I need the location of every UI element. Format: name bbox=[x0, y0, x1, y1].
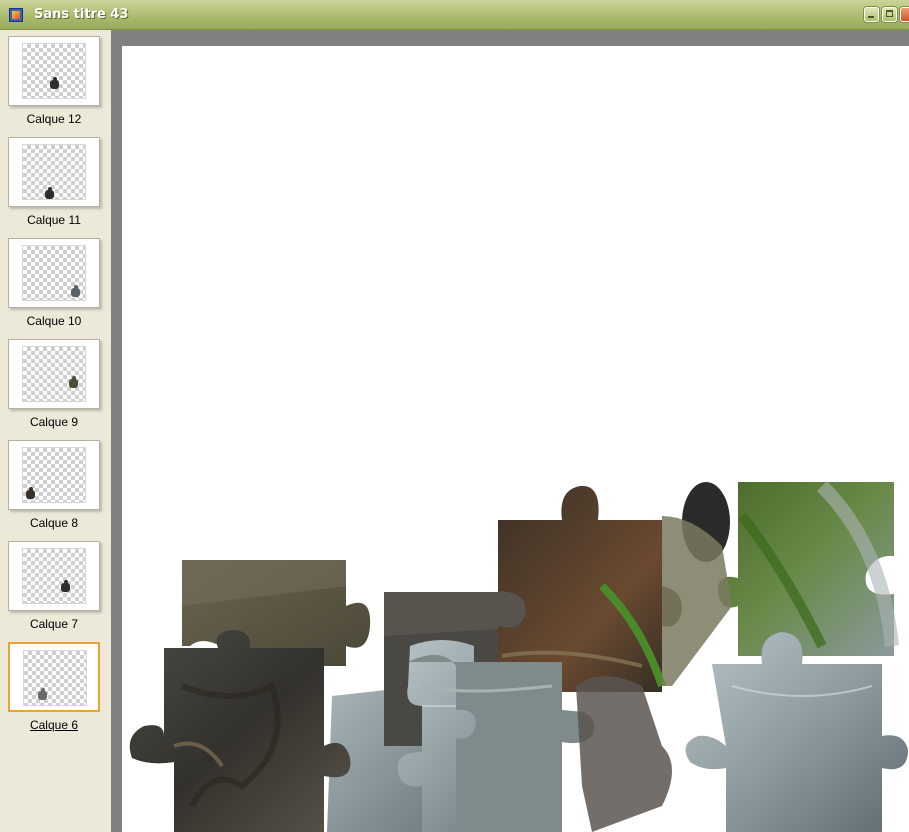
puzzle-piece-thumbnail bbox=[38, 688, 47, 700]
puzzle-piece-thumbnail bbox=[71, 285, 80, 297]
window-title: Sans titre 43 bbox=[34, 7, 129, 22]
layer-item[interactable]: Calque 8 bbox=[8, 440, 100, 536]
layer-name[interactable]: Calque 6 bbox=[8, 718, 100, 732]
transparency-checkerboard bbox=[22, 245, 86, 301]
puzzle-artwork bbox=[129, 481, 908, 832]
layer-item[interactable]: Calque 11 bbox=[8, 137, 100, 233]
canvas-workspace[interactable] bbox=[111, 30, 909, 832]
puzzle-piece-thumbnail bbox=[61, 580, 70, 592]
maximize-button[interactable] bbox=[882, 7, 897, 22]
layer-thumbnail[interactable] bbox=[8, 137, 100, 207]
puzzle-piece-thumbnail bbox=[26, 487, 35, 499]
layer-item[interactable]: Calque 12 bbox=[8, 36, 100, 132]
layer-item-selected[interactable]: Calque 6 bbox=[8, 642, 100, 738]
puzzle-piece-thumbnail bbox=[50, 77, 59, 89]
minimize-button[interactable] bbox=[864, 7, 879, 22]
layer-thumbnail[interactable] bbox=[8, 642, 100, 712]
layer-thumbnail[interactable] bbox=[8, 36, 100, 106]
image-canvas[interactable] bbox=[122, 46, 909, 832]
transparency-checkerboard bbox=[22, 43, 86, 99]
layer-item[interactable]: Calque 10 bbox=[8, 238, 100, 334]
image-window-icon[interactable] bbox=[9, 8, 23, 22]
maximize-icon bbox=[886, 10, 893, 17]
layer-thumbnail[interactable] bbox=[8, 339, 100, 409]
layer-name[interactable]: Calque 11 bbox=[8, 213, 100, 227]
layer-name[interactable]: Calque 10 bbox=[8, 314, 100, 328]
close-button[interactable] bbox=[900, 7, 909, 22]
minimize-icon bbox=[868, 16, 874, 18]
layer-thumbnail[interactable] bbox=[8, 541, 100, 611]
transparency-checkerboard bbox=[22, 447, 86, 503]
layer-name[interactable]: Calque 7 bbox=[8, 617, 100, 631]
layers-panel: Calque 12 Calque 11 Calque 10 Calque 9 C… bbox=[0, 30, 111, 832]
puzzle-piece-thumbnail bbox=[69, 376, 78, 388]
layer-thumbnail[interactable] bbox=[8, 440, 100, 510]
transparency-checkerboard bbox=[22, 346, 86, 402]
layer-name[interactable]: Calque 9 bbox=[8, 415, 100, 429]
puzzle-piece-thumbnail bbox=[45, 187, 54, 199]
layer-name[interactable]: Calque 8 bbox=[8, 516, 100, 530]
transparency-checkerboard bbox=[23, 650, 87, 706]
transparency-checkerboard bbox=[22, 548, 86, 604]
layer-thumbnail[interactable] bbox=[8, 238, 100, 308]
layer-name[interactable]: Calque 12 bbox=[8, 112, 100, 126]
document-title-bar[interactable]: Sans titre 43 bbox=[0, 0, 909, 30]
layer-item[interactable]: Calque 7 bbox=[8, 541, 100, 637]
layer-item[interactable]: Calque 9 bbox=[8, 339, 100, 435]
transparency-checkerboard bbox=[22, 144, 86, 200]
